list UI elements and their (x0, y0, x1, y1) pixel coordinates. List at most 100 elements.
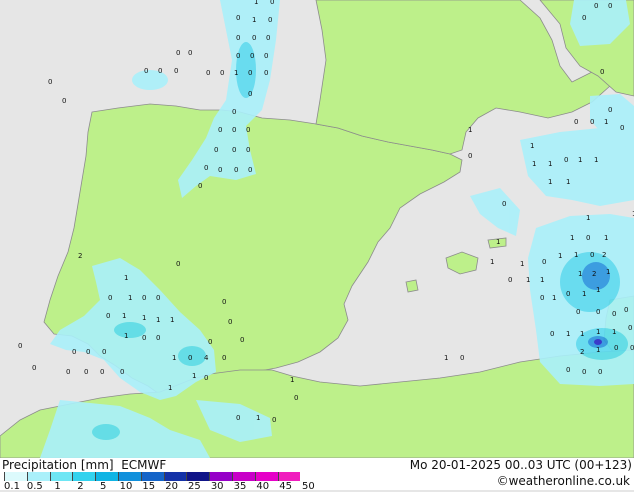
value-label: 0 (600, 68, 604, 76)
value-label: 0 (232, 108, 236, 116)
value-label: 0 (234, 166, 238, 174)
value-label: 1 (596, 286, 600, 294)
legend-tick: 1 (54, 481, 61, 492)
value-label: 1 (596, 346, 600, 354)
legend-swatch (186, 472, 210, 481)
value-label: 0 (248, 90, 252, 98)
legend-tick: 45 (279, 481, 292, 492)
value-label: 1 (142, 314, 146, 322)
legend-swatch (231, 472, 255, 481)
precipitation-map: 1 0 0 1 0 0 0 0 0 0 0 0 0 1 0 0 0 0 0 0 0 0 0 0 0 0 0 0 0 0 0 0 0 0 0 0 0 0 0 0… (0, 0, 634, 458)
value-label: 4 (204, 354, 209, 362)
value-label: 0 (236, 414, 240, 422)
value-label: 1 (586, 214, 590, 222)
value-label: 2 (78, 252, 82, 260)
value-label: 0 (228, 318, 232, 326)
value-label: 0 (100, 368, 104, 376)
value-label: 1 (558, 252, 562, 260)
value-label: 0 (590, 118, 594, 126)
value-label: 1 (124, 332, 128, 340)
value-label: 0 (582, 368, 586, 376)
value-label: 0 (174, 67, 178, 75)
value-label: 1 (122, 312, 126, 320)
value-label: 1 (168, 384, 172, 392)
legend-tick: 25 (188, 481, 201, 492)
chart-title: Precipitation [mm] ECMWF (2, 458, 166, 472)
value-label: 1 (566, 330, 570, 338)
legend-swatch (140, 472, 164, 481)
value-label: 0 (596, 308, 600, 316)
value-label: 1 (234, 69, 238, 77)
value-label: 0 (84, 368, 88, 376)
value-label: 1 (468, 126, 472, 134)
value-label: 1 (612, 328, 616, 336)
value-label: 0 (268, 16, 272, 24)
value-label: 1 (574, 251, 578, 259)
value-label: 0 (628, 324, 632, 332)
value-label: 0 (188, 354, 192, 362)
value-label: 1 (530, 142, 534, 150)
value-label: 0 (468, 152, 472, 160)
value-label: 0 (608, 2, 612, 10)
value-label: 0 (236, 14, 240, 22)
value-label: 1 (444, 354, 448, 362)
value-label: 0 (48, 78, 52, 86)
value-label: 0 (460, 354, 464, 362)
value-label: 1 (570, 234, 574, 242)
title-text: Precipitation [mm] (2, 458, 114, 472)
value-label: 0 (232, 146, 236, 154)
value-label: 0 (176, 49, 180, 57)
value-label: 0 (204, 164, 208, 172)
value-label: 1 (580, 330, 584, 338)
value-label: 0 (188, 49, 192, 57)
legend-swatch (254, 472, 278, 481)
value-label: 0 (156, 334, 160, 342)
value-label: 0 (176, 260, 180, 268)
legend-tick: 40 (256, 481, 270, 492)
legend-swatch (209, 472, 232, 481)
value-label: 0 (144, 67, 148, 75)
value-label: 1 (606, 268, 610, 276)
land-ibiza (405, 279, 419, 293)
value-label: 0 (248, 69, 252, 77)
value-label: 0 (232, 126, 236, 134)
color-legend (4, 472, 301, 481)
credit-link[interactable]: ©weatheronline.co.uk (497, 474, 630, 488)
legend-tick: 0.5 (26, 481, 43, 492)
value-label: 0 (156, 294, 160, 302)
legend-tick: 50 (302, 481, 315, 492)
legend-swatch (277, 472, 301, 481)
value-label: 1 (532, 160, 536, 168)
value-label: 1 (520, 260, 524, 268)
legend-swatch (95, 472, 118, 481)
value-label: 0 (576, 308, 580, 316)
value-label: 0 (72, 348, 76, 356)
value-label: 0 (142, 294, 146, 302)
value-label: 0 (612, 310, 616, 318)
value-label: 2 (580, 348, 584, 356)
value-label: 1 (172, 354, 176, 362)
value-label: 0 (266, 34, 270, 42)
legend-tick: 5 (100, 481, 107, 492)
value-label: 0 (294, 394, 298, 402)
value-label: 0 (598, 368, 602, 376)
value-label: 1 (548, 160, 552, 168)
legend-swatch (26, 472, 50, 481)
value-label: 0 (608, 106, 612, 114)
value-label: 0 (240, 336, 244, 344)
value-label: 0 (582, 14, 586, 22)
value-label: 0 (264, 52, 268, 60)
value-label: 1 (170, 316, 174, 324)
value-label: 2 (592, 270, 596, 278)
value-label: 0 (252, 34, 256, 42)
value-label: 1 (156, 316, 160, 324)
value-label: 0 (624, 306, 628, 314)
legend-tick: 35 (233, 481, 247, 492)
value-label: 0 (236, 34, 240, 42)
value-label: 0 (218, 126, 222, 134)
legend-swatch (4, 472, 27, 481)
value-label: 0 (574, 118, 578, 126)
value-label: 1 (192, 372, 196, 380)
value-label: 0 (550, 330, 554, 338)
legend-swatch (72, 472, 96, 481)
